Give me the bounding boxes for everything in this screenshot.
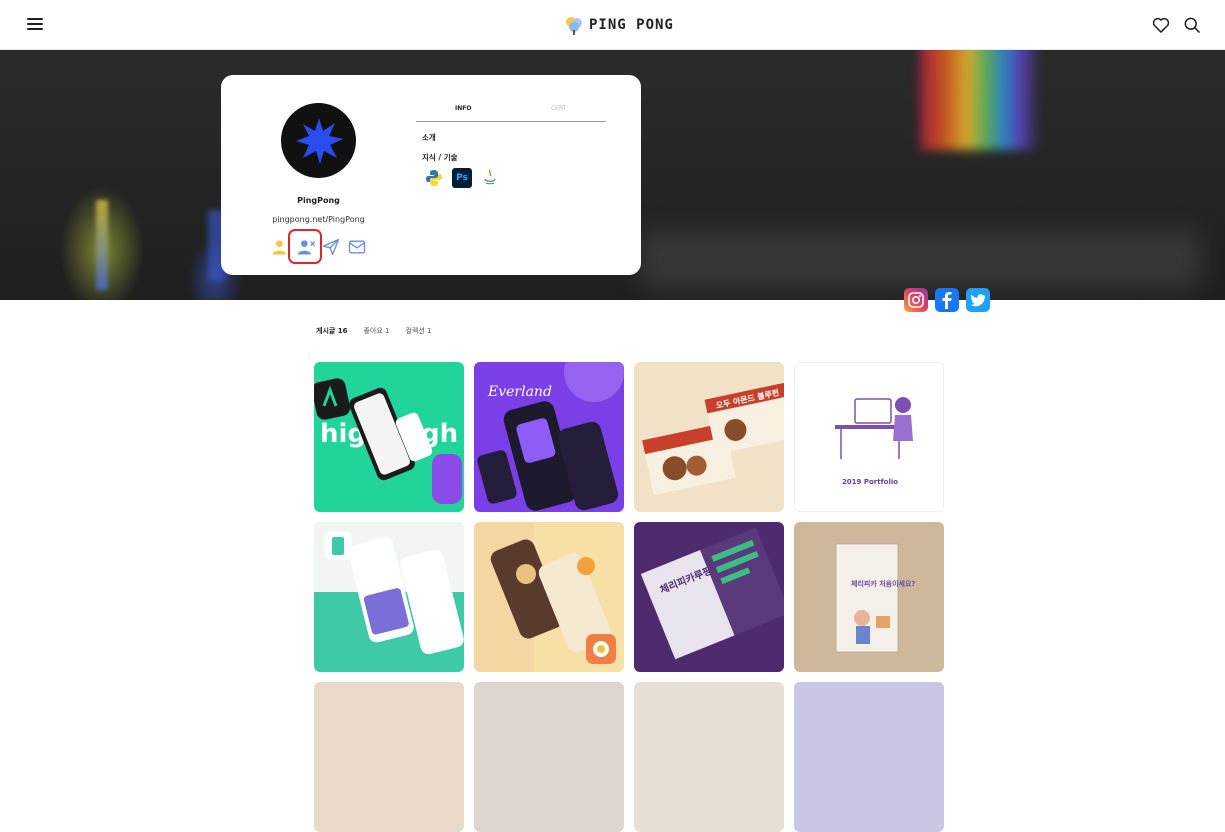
tab-posts[interactable]: 게시글 16 [316,326,348,336]
banner-streak [96,200,108,290]
post-thumbnail: 오두 아몬드 블루펀 [642,382,784,495]
post-tile[interactable] [794,682,944,832]
top-nav-bar: PING PONG [0,0,1225,50]
content-tabs: 게시글 16 좋아요 1 컬렉션 1 [316,326,432,336]
avatar[interactable] [281,103,356,178]
mail-icon[interactable] [347,237,367,257]
post-tile[interactable] [314,682,464,832]
brand-name: PING PONG [589,17,674,33]
post-thumbnail: 2019 Portfolio [835,397,913,486]
post-thumbnail: high high [314,378,462,504]
photoshop-label: Ps [456,173,468,183]
post-thumbnail: Everland [477,362,624,511]
search-icon[interactable] [1182,15,1202,35]
send-icon[interactable] [321,237,341,257]
post-tile[interactable]: 2019 Portfolio [794,362,944,512]
profile-name: PingPong [297,196,340,205]
python-icon [424,168,444,188]
avatar-starburst-icon [295,117,343,164]
post-thumbnail [314,522,464,655]
menu-icon[interactable] [27,17,44,31]
photoshop-icon: Ps [452,168,472,188]
intro-label: 소개 [422,133,436,142]
heart-icon[interactable] [1151,15,1171,35]
tab-info[interactable]: INFO [455,105,471,112]
pingpong-logo-icon [566,17,582,35]
post-tile[interactable] [314,522,464,672]
java-icon [480,168,500,188]
brand-logo[interactable]: PING PONG [563,12,674,38]
post-title-graphic: Everland [487,384,552,400]
post-tile[interactable] [474,522,624,672]
social-links [904,288,990,312]
tab-collections[interactable]: 컬렉션 1 [406,326,432,336]
banner-haze [640,230,1200,290]
highlight-ring [288,229,322,264]
post-title-graphic: 체리피카 처음이세요? [851,579,915,588]
post-tile[interactable]: 오두 아몬드 블루펀 [634,362,784,512]
tab-cert[interactable]: CERT [551,105,566,112]
post-tile[interactable] [634,682,784,832]
post-tile[interactable]: high high [314,362,464,512]
tab-likes[interactable]: 좋아요 1 [364,326,390,336]
skills-list: Ps [424,168,500,188]
post-tile[interactable] [474,682,624,832]
profile-url[interactable]: pingpong.net/PingPong [221,215,416,224]
post-tile[interactable]: 체리피카 처음이세요? [794,522,944,672]
banner-light-flare [920,50,1040,150]
post-tile[interactable]: 체리피카루팡프로 [634,522,784,672]
facebook-icon[interactable] [935,288,959,312]
post-thumbnail [474,522,616,672]
post-thumbnail: 체리피카 처음이세요? [835,543,915,653]
twitter-icon[interactable] [966,288,990,312]
post-thumbnail: 체리피카루팡프로 [640,527,784,660]
skills-label: 지식 / 기술 [422,153,458,162]
profile-card: PingPong pingpong.net/PingPong INFO CERT… [221,75,641,275]
profile-tabs: INFO CERT [416,102,606,122]
post-tile[interactable]: Everland [474,362,624,512]
post-title-graphic: 2019 Portfolio [842,478,898,486]
instagram-icon[interactable] [904,288,928,312]
